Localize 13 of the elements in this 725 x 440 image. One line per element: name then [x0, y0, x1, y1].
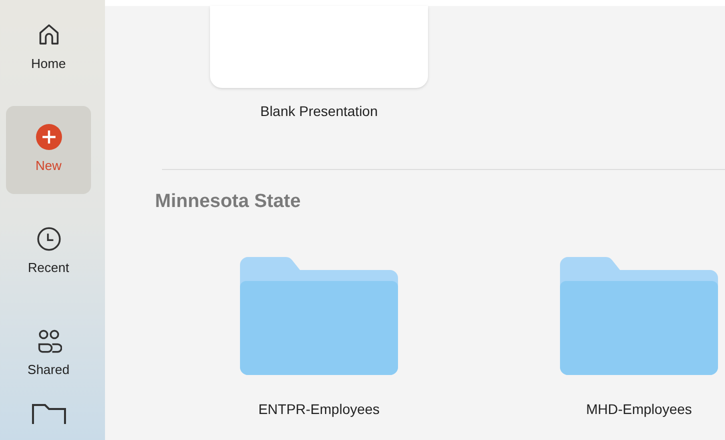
- people-icon: [36, 328, 62, 354]
- section-title: Minnesota State: [155, 190, 302, 214]
- folder-icon: [240, 256, 398, 374]
- folder-label[interactable]: MHD-Employees: [586, 398, 692, 420]
- plus-icon: [36, 124, 62, 150]
- folder-label[interactable]: ENTPR-Employees: [258, 398, 380, 420]
- sidebar-item[interactable]: Recent: [6, 208, 91, 296]
- sidebar-item[interactable]: Home: [6, 4, 91, 92]
- template-label: Blank Presentation: [260, 102, 378, 121]
- clock-icon: [36, 226, 62, 252]
- folder-icon: [560, 256, 718, 374]
- sidebar-item[interactable]: Shared: [6, 310, 91, 398]
- folder-icon[interactable]: [31, 402, 67, 424]
